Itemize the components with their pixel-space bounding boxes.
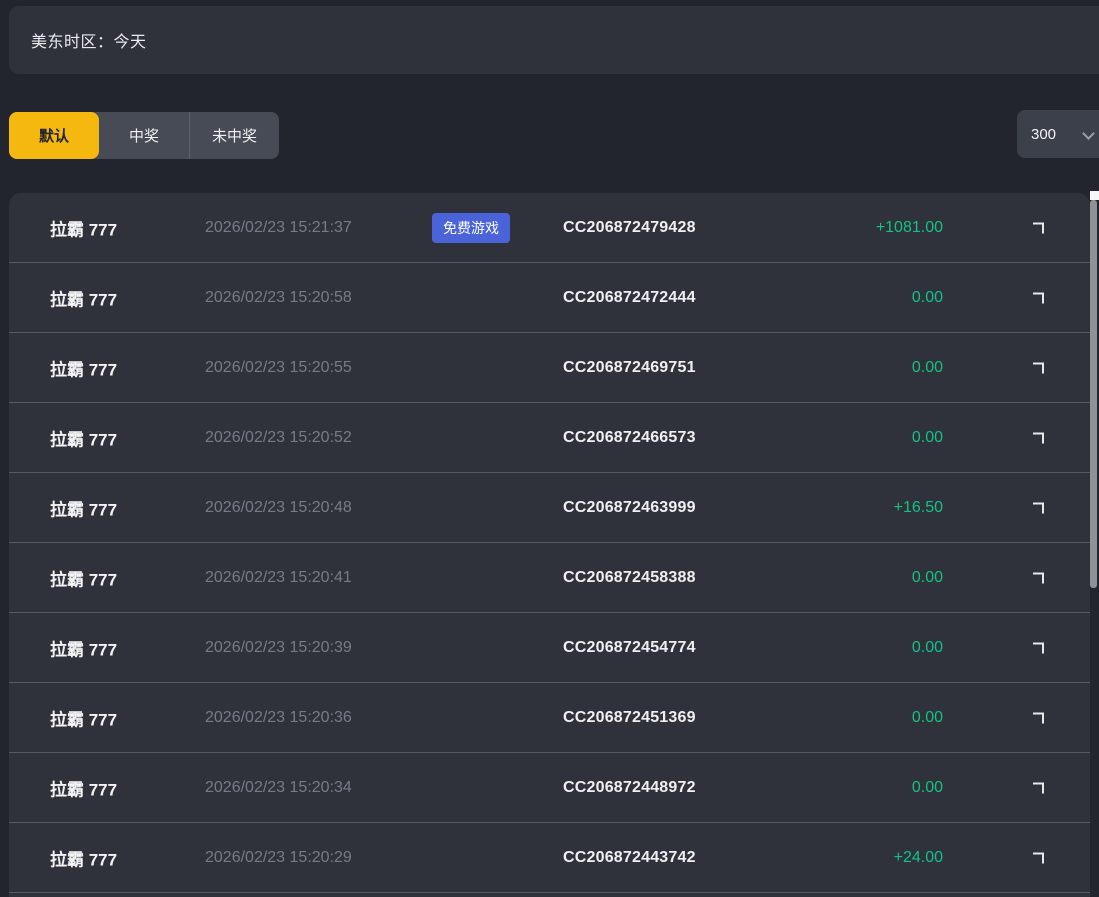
bet-timestamp: 2026/02/23 15:20:52 (205, 429, 352, 447)
bet-id: CC206872458388 (563, 569, 696, 587)
bet-timestamp: 2026/02/23 15:20:34 (205, 779, 352, 797)
chevron-right-icon (1033, 292, 1044, 303)
chevron-right-icon (1033, 432, 1044, 443)
bet-amount: 0.00 (912, 359, 943, 377)
bet-id: CC206872443742 (563, 849, 696, 867)
bet-amount: +16.50 (894, 499, 943, 517)
bet-id: CC206872451369 (563, 709, 696, 727)
game-name: 拉霸 777 (50, 565, 117, 590)
filter-tab-1[interactable]: 中奖 (99, 112, 189, 159)
bet-timestamp: 2026/02/23 15:20:36 (205, 709, 352, 727)
chevron-right-icon (1033, 222, 1044, 233)
bet-amount: +1081.00 (876, 219, 943, 237)
game-name: 拉霸 777 (50, 635, 117, 660)
chevron-right-icon (1033, 852, 1044, 863)
chevron-down-icon (1082, 127, 1095, 140)
bet-row[interactable]: 拉霸 777 2026/02/23 15:20:34 CC20687244897… (9, 753, 1090, 823)
filter-tabs: 默认 中奖 未中奖 (9, 112, 279, 159)
bet-timestamp: 2026/02/23 15:20:58 (205, 289, 352, 307)
bet-amount: 0.00 (912, 639, 943, 657)
free-game-badge: 免费游戏 (432, 213, 510, 243)
bet-amount: 0.00 (912, 429, 943, 447)
filter-tab-2[interactable]: 未中奖 (189, 112, 279, 159)
scrollbar-track-top (1090, 191, 1099, 200)
bet-amount: 0.00 (912, 779, 943, 797)
bet-timestamp: 2026/02/23 15:20:39 (205, 639, 352, 657)
bet-row[interactable]: 拉霸 777 2026/02/23 15:20:36 CC20687245136… (9, 683, 1090, 753)
bet-row[interactable]: 拉霸 777 2026/02/23 15:20:41 CC20687245838… (9, 543, 1090, 613)
game-name: 拉霸 777 (50, 425, 117, 450)
bet-amount: 0.00 (912, 289, 943, 307)
chevron-right-icon (1033, 782, 1044, 793)
bet-row[interactable]: 拉霸 777 2026/02/23 15:20:48 CC20687246399… (9, 473, 1090, 543)
page-size-value: 300 (1031, 126, 1056, 143)
chevron-right-icon (1033, 712, 1044, 723)
bet-history-list: 拉霸 777 2026/02/23 15:21:37 免费游戏 CC206872… (9, 193, 1090, 897)
game-name: 拉霸 777 (50, 495, 117, 520)
bet-id: CC206872448972 (563, 779, 696, 797)
bet-timestamp: 2026/02/23 15:20:41 (205, 569, 352, 587)
chevron-right-icon (1033, 502, 1044, 513)
timezone-label: 美东时区：今天 (31, 28, 147, 52)
chevron-right-icon (1033, 572, 1044, 583)
chevron-right-icon (1033, 642, 1044, 653)
bet-row[interactable]: 拉霸 777 2026/02/23 15:20:29 CC20687244374… (9, 823, 1090, 893)
filter-tab-0[interactable]: 默认 (9, 112, 99, 159)
bet-row[interactable]: 拉霸 777 2026/02/23 15:20:55 CC20687246975… (9, 333, 1090, 403)
bet-amount: +24.00 (894, 849, 943, 867)
scrollbar-thumb[interactable] (1090, 200, 1097, 588)
game-name: 拉霸 777 (50, 775, 117, 800)
bet-id: CC206872469751 (563, 359, 696, 377)
bet-id: CC206872466573 (563, 429, 696, 447)
bet-id: CC206872463999 (563, 499, 696, 517)
game-name: 拉霸 777 (50, 285, 117, 310)
game-name: 拉霸 777 (50, 215, 117, 240)
bet-id: CC206872479428 (563, 219, 696, 237)
bet-timestamp: 2026/02/23 15:20:48 (205, 499, 352, 517)
bet-timestamp: 2026/02/23 15:20:29 (205, 849, 352, 867)
game-name: 拉霸 777 (50, 845, 117, 870)
chevron-right-icon (1033, 362, 1044, 373)
bet-amount: 0.00 (912, 569, 943, 587)
bet-row[interactable]: 拉霸 777 2026/02/23 15:20:58 CC20687247244… (9, 263, 1090, 333)
page-size-select[interactable]: 300 (1017, 110, 1099, 158)
bet-id: CC206872472444 (563, 289, 696, 307)
bet-id: CC206872454774 (563, 639, 696, 657)
bet-row[interactable]: 拉霸 777 2026/02/23 15:20:52 CC20687246657… (9, 403, 1090, 473)
game-name: 拉霸 777 (50, 705, 117, 730)
bet-row[interactable]: 拉霸 777 2026/02/23 15:21:37 免费游戏 CC206872… (9, 193, 1090, 263)
bet-timestamp: 2026/02/23 15:20:55 (205, 359, 352, 377)
bet-amount: 0.00 (912, 709, 943, 727)
game-name: 拉霸 777 (50, 355, 117, 380)
bet-row[interactable]: 拉霸 777 2026/02/23 15:20:39 CC20687245477… (9, 613, 1090, 683)
bet-timestamp: 2026/02/23 15:21:37 (205, 219, 352, 237)
timezone-bar: 美东时区：今天 (9, 6, 1099, 74)
